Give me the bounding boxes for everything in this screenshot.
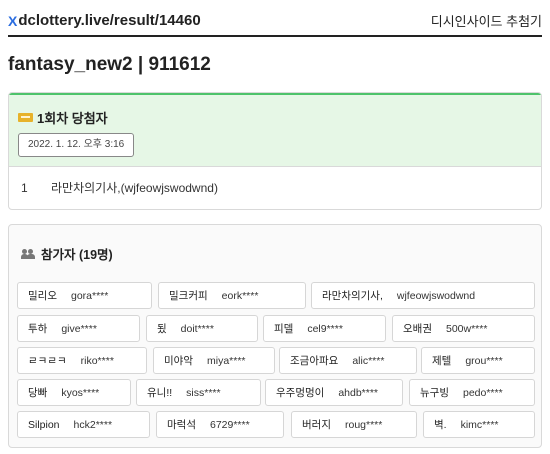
winner-title-text: 1회차 당첨자: [37, 111, 108, 126]
participant-chip: 뉴구빙 pedo****: [409, 379, 535, 406]
url-text: dclottery.live/result/14460: [18, 12, 201, 29]
winner-rank: 1: [21, 181, 28, 195]
winner-card-header: 1회차 당첨자 2022. 1. 12. 오후 3:16: [9, 93, 541, 167]
participant-chip: 조금아파요 alic****: [279, 347, 417, 374]
top-bar: X dclottery.live/result/14460 디시인사이드 추첨기: [8, 6, 542, 37]
site-url-link[interactable]: X dclottery.live/result/14460: [8, 12, 201, 29]
x-logo-icon: X: [8, 12, 18, 29]
participant-chip: Silpion hck2****: [17, 411, 150, 438]
participant-chip: 됬 doit****: [146, 315, 258, 342]
participant-chip: 라만차의기사, wjfeowjswodwnd: [311, 282, 535, 309]
participant-chip: 버러지 roug****: [291, 411, 417, 438]
participant-chip: 제텔 grou****: [421, 347, 535, 374]
participant-chip: 밀리오 gora****: [17, 282, 152, 309]
participant-chip: 당빠 kyos****: [17, 379, 131, 406]
participants-title: 참가자 (19명): [21, 244, 113, 263]
participant-chip: 밀크커피 eork****: [158, 282, 306, 309]
participants-card: 참가자 (19명) 밀리오 gora**** 밀크커피 eork**** 라만차의기…: [8, 224, 542, 448]
page-title: fantasy_new2 | 911612: [8, 54, 211, 75]
ticket-icon: [18, 113, 33, 122]
participant-chip: 우주멍멍이 ahdb****: [265, 379, 403, 406]
participant-chip: 피델 cel9****: [263, 315, 386, 342]
participant-chip: 투하 give****: [17, 315, 140, 342]
site-name-link[interactable]: 디시인사이드 추첨기: [431, 11, 542, 30]
winner-row: 1 라만차의기사,(wjfeowjswodwnd): [21, 179, 218, 196]
participant-chip: 벽. kimc****: [423, 411, 535, 438]
winner-name: 라만차의기사,(wjfeowjswodwnd): [51, 181, 218, 195]
draw-date-badge: 2022. 1. 12. 오후 3:16: [18, 133, 135, 157]
winner-card: 1회차 당첨자 2022. 1. 12. 오후 3:16 1 라만차의기사,(wj…: [8, 92, 542, 210]
participant-chip: 마럭석 6729****: [156, 411, 284, 438]
participant-chip: ㄹㅋㄹㅋ riko****: [17, 347, 147, 374]
participant-chip: 유니!! siss****: [136, 379, 261, 406]
participant-chip: 미야악 miya****: [153, 347, 275, 374]
participants-title-text: 참가자 (19명): [41, 248, 113, 262]
users-icon: [21, 248, 36, 259]
winner-title: 1회차 당첨자: [18, 108, 108, 127]
participant-chip: 오배권 500w****: [392, 315, 535, 342]
